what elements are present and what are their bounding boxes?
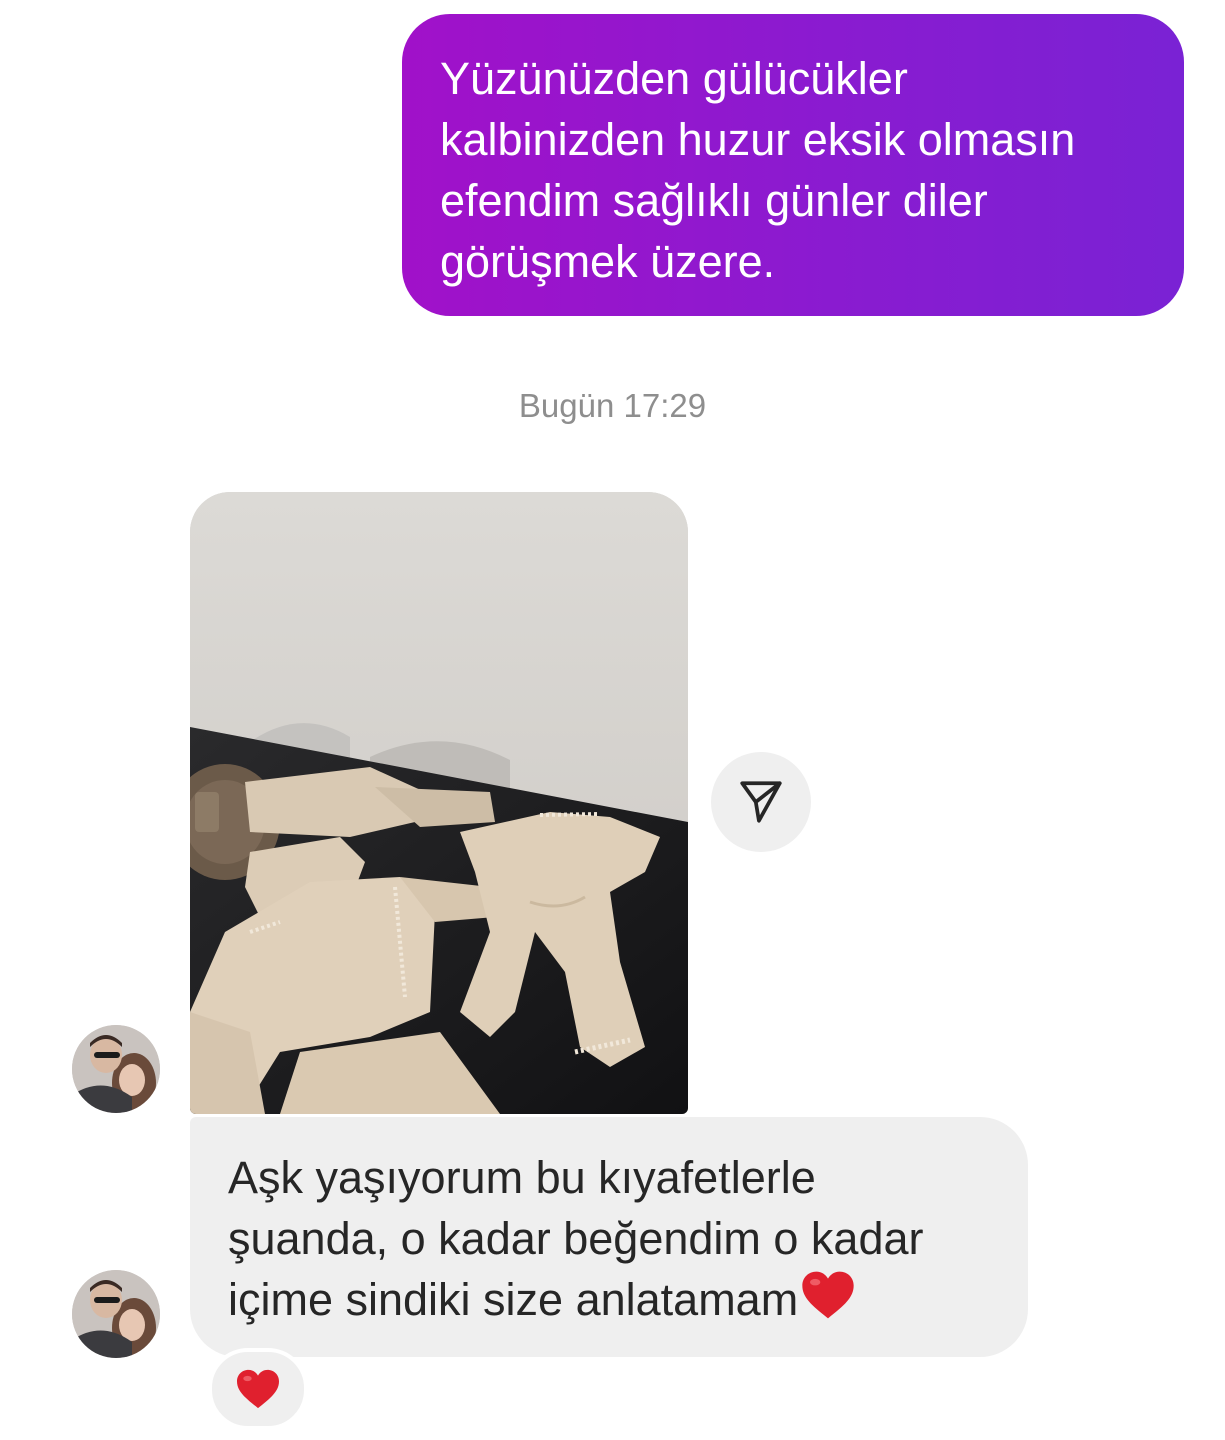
reaction-badge[interactable] [208,1348,308,1430]
sender-avatar[interactable] [72,1025,160,1113]
timestamp: Bugün 17:29 [518,387,707,424]
sent-message-bubble[interactable]: Yüzünüzden gülücükler kalbinizden huzur … [402,14,1184,316]
sender-avatar[interactable] [72,1270,160,1358]
received-message-bubble[interactable]: Aşk yaşıyorum bu kıyafetlerle şuanda, o … [190,1117,1028,1357]
heart-reaction-icon [237,1369,279,1409]
heart-emoji-icon [802,1271,854,1319]
photo-message[interactable] [190,492,688,1114]
avatar-photo [72,1270,160,1358]
sent-message-text: Yüzünüzden gülücükler kalbinizden huzur … [440,53,1076,287]
avatar-photo [72,1025,160,1113]
share-button[interactable] [711,752,811,852]
paper-plane-icon [740,781,782,823]
received-message-text: Aşk yaşıyorum bu kıyafetlerle şuanda, o … [228,1147,1008,1330]
clothing-photo [190,492,688,1114]
